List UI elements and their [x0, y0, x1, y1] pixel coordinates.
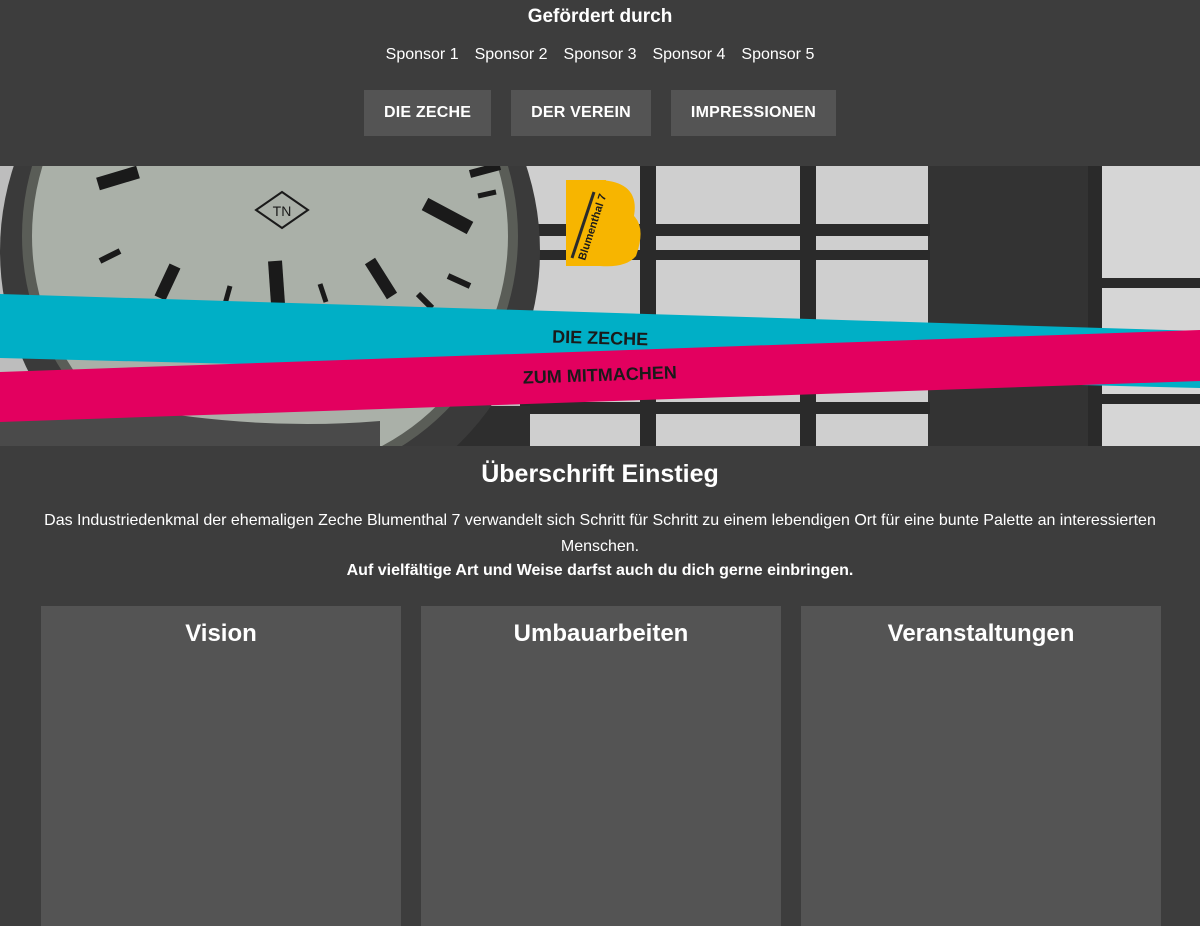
- nav-impressionen-button[interactable]: IMPRESSIONEN: [670, 90, 837, 136]
- intro-paragraph: Das Industriedenkmal der ehemaligen Zech…: [44, 512, 1156, 555]
- clock-brand-mark: TN: [273, 203, 292, 219]
- nav-die-zeche-button[interactable]: DIE ZECHE: [363, 90, 492, 136]
- hero-image: TN Blumenthal 7 DIE ZECHE ZUM MITMACHEN: [0, 166, 1200, 446]
- card-vision[interactable]: Vision: [41, 606, 401, 926]
- card-veranstaltungen[interactable]: Veranstaltungen: [801, 606, 1161, 926]
- blumenthal-logo: Blumenthal 7: [566, 180, 641, 267]
- sponsor-link-1[interactable]: Sponsor 1: [386, 45, 459, 65]
- intro-heading: Überschrift Einstieg: [481, 460, 719, 488]
- hero-banner: TN Blumenthal 7 DIE ZECHE ZUM MITMACHEN: [0, 166, 1200, 446]
- banner-die-zeche-text: DIE ZECHE: [552, 327, 649, 350]
- card-vision-title: Vision: [185, 620, 257, 647]
- nav-der-verein-button[interactable]: DER VEREIN: [511, 90, 651, 136]
- card-veranstaltungen-title: Veranstaltungen: [887, 620, 1075, 647]
- card-umbauarbeiten[interactable]: Umbauarbeiten: [421, 606, 781, 926]
- sponsor-link-3[interactable]: Sponsor 3: [564, 45, 637, 65]
- sponsor-link-5[interactable]: Sponsor 5: [741, 45, 814, 65]
- card-umbauarbeiten-title: Umbauarbeiten: [513, 620, 689, 647]
- sponsor-list: Sponsor 1 Sponsor 2 Sponsor 3 Sponsor 4 …: [0, 45, 1200, 65]
- main-navigation: DIE ZECHE DER VEREIN IMPRESSIONEN: [0, 90, 1200, 136]
- sponsor-link-4[interactable]: Sponsor 4: [652, 45, 725, 65]
- feature-cards: Vision Umbauarbeiten Veranstaltungen: [41, 606, 1161, 926]
- sponsor-heading: Gefördert durch: [527, 6, 673, 27]
- intro-call-to-action: Auf vielfältige Art und Weise darfst auc…: [346, 562, 854, 579]
- sponsor-link-2[interactable]: Sponsor 2: [475, 45, 548, 65]
